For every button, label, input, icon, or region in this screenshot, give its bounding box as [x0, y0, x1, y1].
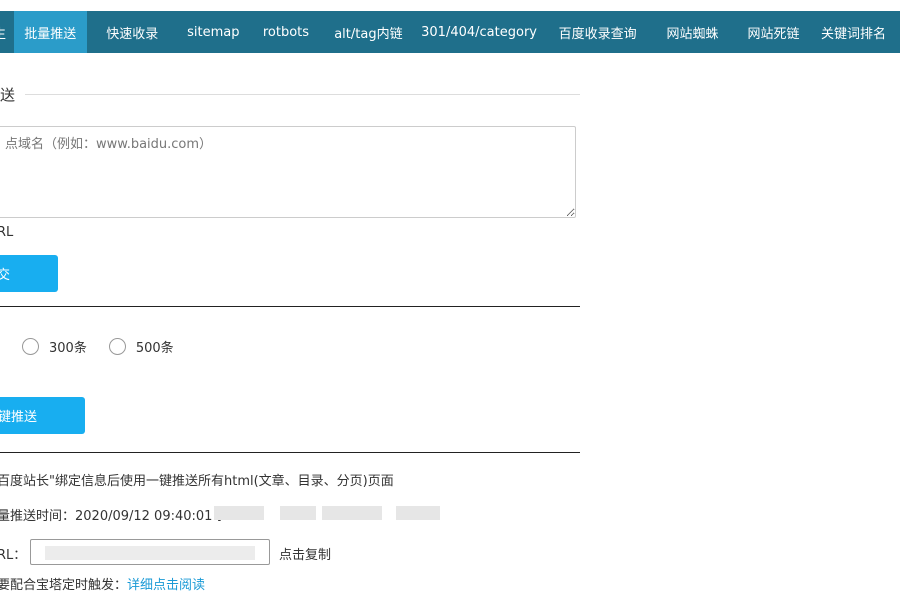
radio-300[interactable]: 300条 [22, 337, 87, 356]
read-more-link[interactable]: 详细点击阅读 [127, 578, 205, 593]
radio-500[interactable]: 500条 [108, 337, 174, 356]
tab-robots[interactable]: rotbots [249, 11, 323, 53]
last-push-time: 量推送时间：2020/09/12 09:40:01 扌 [0, 509, 230, 524]
blurred-url [45, 546, 255, 560]
radio-circle[interactable] [22, 337, 39, 355]
section-rule [25, 93, 580, 95]
submit-button[interactable]: 交 [0, 255, 58, 292]
count-radio-group: 300条 500条 [0, 335, 196, 357]
tab-batch-push[interactable]: 批量推送 [13, 11, 87, 53]
divider-1 [0, 306, 580, 307]
tab-dead-links[interactable]: 网站死链 [734, 11, 813, 53]
copy-link[interactable]: 点击复制 [279, 544, 331, 563]
url-label: RL： [0, 548, 27, 563]
divider-2 [0, 452, 580, 453]
one-click-push-button[interactable]: 键推送 [0, 397, 85, 434]
tab-sitemap[interactable]: sitemap [178, 11, 249, 53]
push-url-field[interactable] [30, 539, 270, 565]
domain-textarea[interactable] [0, 126, 576, 218]
cron-info: 要配合宝塔定时触发：详细点击阅读 [0, 578, 206, 593]
tab-301-404[interactable]: 301/404/category [414, 11, 544, 53]
top-nav: 生 批量推送 快速收录 sitemap rotbots alt/tag内链 30… [0, 11, 900, 53]
blurred-text [280, 506, 316, 520]
url-hint: RL [0, 225, 14, 240]
tab-spider[interactable]: 网站蜘蛛 [651, 11, 734, 53]
tab-baidu-index-query[interactable]: 百度收录查询 [544, 11, 651, 53]
blurred-text [322, 506, 382, 520]
tab-quick-index[interactable]: 快速收录 [87, 11, 178, 53]
bind-info-text: 百度站长"绑定信息后使用一键推送所有html(文章、目录、分页)页面 [0, 474, 394, 489]
blurred-text [214, 506, 264, 520]
section-title: 送 [0, 85, 16, 104]
tab-partial[interactable]: 生 [0, 11, 14, 53]
tab-alt-tag[interactable]: alt/tag内链 [323, 11, 414, 53]
radio-circle[interactable] [108, 337, 126, 355]
tab-keyword-ranking[interactable]: 关键词排名 [813, 11, 900, 53]
section-heading: 送 [0, 84, 580, 104]
blurred-text [396, 506, 440, 520]
